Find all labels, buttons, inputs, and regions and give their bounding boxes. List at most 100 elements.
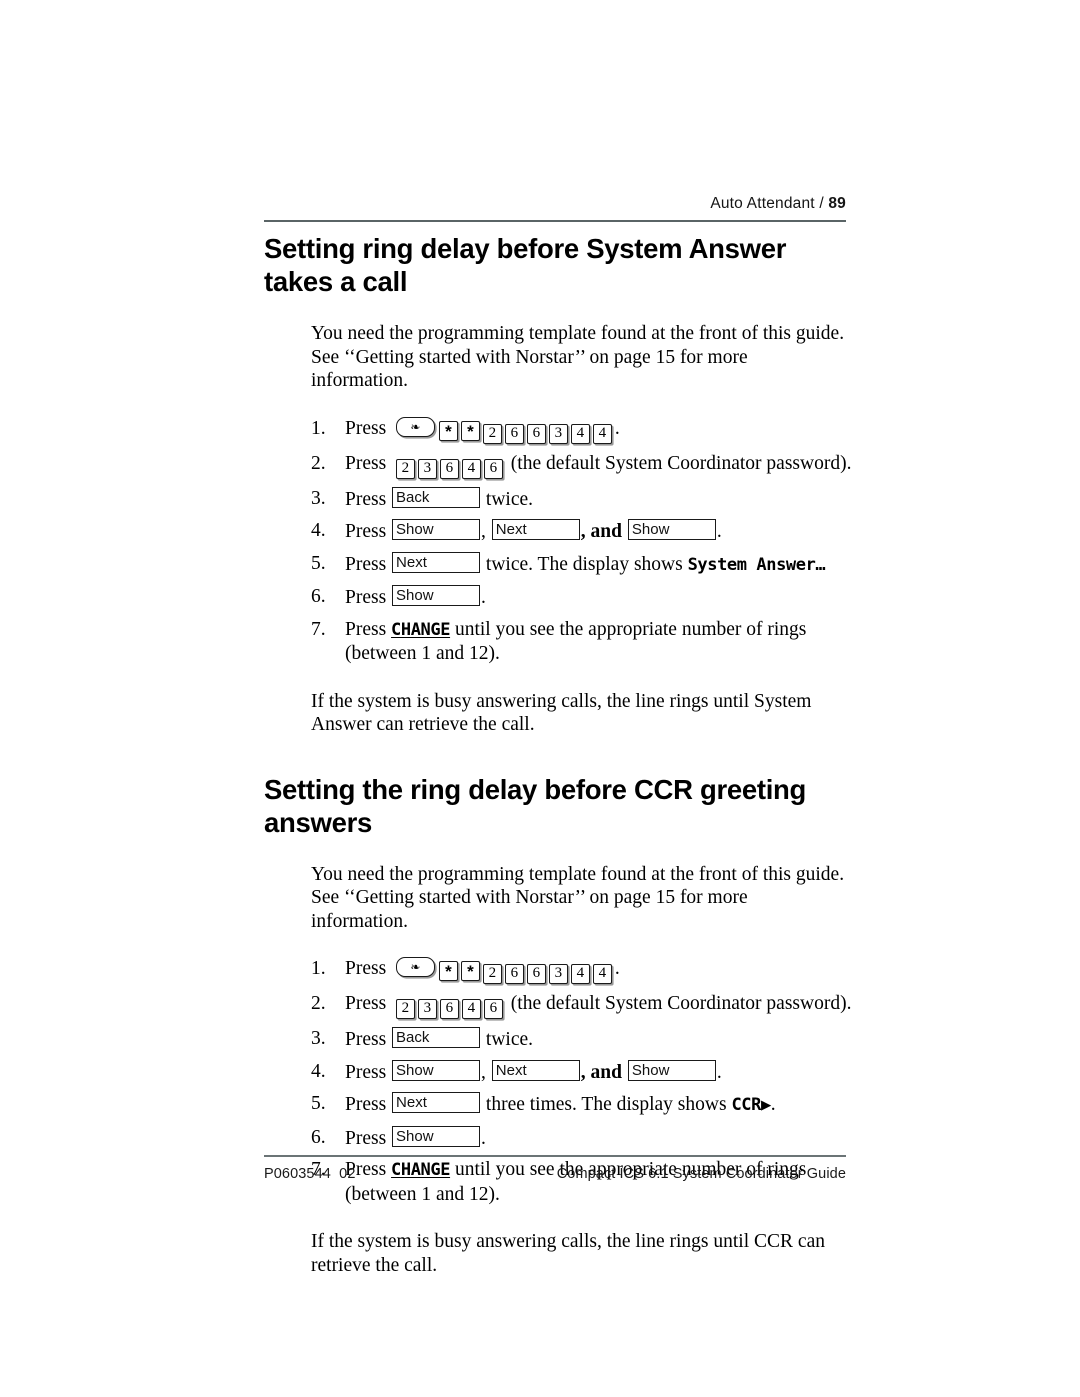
digit-key-2[interactable]: 2 [482,964,502,984]
display-readout: CCR▶ [731,1095,771,1115]
section-intro: You need the programming template found … [311,323,845,391]
digit-key-6[interactable]: 6 [483,458,503,479]
digit-key-2[interactable]: 2 [395,999,415,1019]
step-tail: twice. [485,1029,534,1050]
softkey-next[interactable]: Next [491,519,580,540]
feature-key[interactable]: ❧ [395,957,435,977]
step-verb: Press [345,452,387,474]
digit-key-6[interactable]: 6 [526,423,546,444]
softkey-show[interactable]: Show [627,519,716,540]
digit-key-4[interactable]: 4 [570,964,590,984]
display-softkey-change[interactable]: CHANGE [391,620,450,640]
step-separator: , [481,521,486,542]
section-intro: You need the programming template found … [311,863,845,932]
digit-key-6[interactable]: 6 [504,423,524,444]
digit-key-3[interactable]: 3 [548,423,568,444]
softkey-show[interactable]: Show [392,1125,481,1147]
section-heading: Setting ring delay before System Answer … [264,233,787,297]
step-item: 6. Press Show. [311,585,854,610]
step-verb: Press [345,618,387,640]
softkey-back[interactable]: Back [392,1027,481,1048]
digit-key-3[interactable]: 3 [548,964,568,984]
section-heading: Setting the ring delay before CCR greeti… [264,773,807,838]
digit-key-4[interactable]: 4 [461,458,481,479]
star-key[interactable]: * [438,961,458,981]
step-number: 5. [311,552,326,574]
section-intro-block: You need the programming template found … [311,322,847,393]
step-number: 3. [311,487,326,509]
step-separator: , [481,1061,486,1083]
section-outro: If the system is busy answering calls, t… [311,690,812,736]
step-verb: Press [345,521,387,542]
softkey-show[interactable]: Show [392,585,481,606]
manual-page: Auto Attendant / 89 Setting ring delay b… [0,0,1080,1397]
header-rule [264,219,846,222]
digit-key-4[interactable]: 4 [570,423,590,444]
step-item: 5. Press Next three times. The display s… [311,1092,854,1118]
step-separator: , and [580,1061,622,1083]
step-tail: . [614,417,620,439]
step-tail: . [481,587,486,608]
star-key[interactable]: * [460,961,480,981]
keypad-sequence: 23646 [395,992,506,1019]
step-number: 1. [311,958,326,979]
softkey-next[interactable]: Next [491,1059,580,1081]
section-outro-block: If the system is busy answering calls, t… [311,1230,847,1277]
step-item: 3. Press Back twice. [311,486,854,512]
section-system-answer: Setting ring delay before System Answer … [264,232,854,737]
header-separator: / [814,195,829,212]
digit-key-3[interactable]: 3 [417,458,437,479]
feature-key-icon: ❧ [410,419,421,434]
step-number: 1. [311,417,326,439]
step-separator: , and [580,521,622,542]
page-footer: P0603544 02 Compact ICS 6.1 System Coord… [264,1155,846,1182]
digit-key-6[interactable]: 6 [483,999,503,1019]
step-number: 6. [311,586,326,607]
footer-row: P0603544 02 Compact ICS 6.1 System Coord… [264,1166,846,1182]
section-ccr-greeting: Setting the ring delay before CCR greeti… [264,773,854,1278]
step-tail: . [481,1127,486,1149]
step-verb: Press [345,1094,387,1115]
step-tail-end: . [770,1094,776,1115]
page-content: Setting ring delay before System Answer … [264,232,854,1277]
step-number: 2. [311,993,326,1014]
softkey-show[interactable]: Show [392,1059,481,1081]
softkey-show[interactable]: Show [392,519,481,540]
step-item: 1. Press ❧ * * 2 6 6 3 4 4. [311,957,854,984]
step-item: 7. Press CHANGE until you see the approp… [311,618,854,666]
star-key[interactable]: * [438,420,458,441]
feature-key[interactable]: ❧ [395,416,435,437]
step-item: 4. Press Show, Next, and Show. [311,1059,854,1085]
softkey-next[interactable]: Next [392,551,481,573]
digit-key-4[interactable]: 4 [592,423,612,444]
step-item: 1. Press ❧ * * 2 6 6 3 4 4. [311,416,854,444]
digit-key-6[interactable]: 6 [504,964,524,984]
digit-key-4[interactable]: 4 [592,964,612,984]
page-header: Auto Attendant / 89 [264,196,846,222]
step-verb: Press [345,587,387,608]
display-readout: System Answer… [687,554,826,575]
step-number: 6. [311,1126,326,1148]
step-item: 6. Press Show. [311,1125,854,1151]
digit-key-6[interactable]: 6 [439,999,459,1019]
step-verb: Press [345,1029,387,1050]
star-key[interactable]: * [460,420,480,441]
keypad-sequence: 23646 [395,452,506,479]
softkey-next[interactable]: Next [392,1092,481,1113]
keypad-sequence: ❧ * * 2 6 6 3 4 4 [395,416,615,444]
step-number: 3. [311,1028,326,1049]
digit-key-2[interactable]: 2 [482,423,502,444]
step-tail: twice. The display shows [485,553,683,575]
digit-key-2[interactable]: 2 [395,458,415,479]
softkey-back[interactable]: Back [392,486,481,508]
softkey-show[interactable]: Show [627,1059,716,1081]
digit-key-4[interactable]: 4 [461,999,481,1019]
digit-key-6[interactable]: 6 [439,458,459,479]
section-outro-block: If the system is busy answering calls, t… [311,690,847,737]
section-outro: If the system is busy answering calls, t… [311,1231,825,1276]
step-tail: (the default System Coordinator password… [510,993,852,1014]
step-tail: . [614,958,620,979]
digit-key-6[interactable]: 6 [526,964,546,984]
digit-key-3[interactable]: 3 [417,999,437,1019]
keypad-sequence: ❧ * * 2 6 6 3 4 4 [395,957,615,984]
